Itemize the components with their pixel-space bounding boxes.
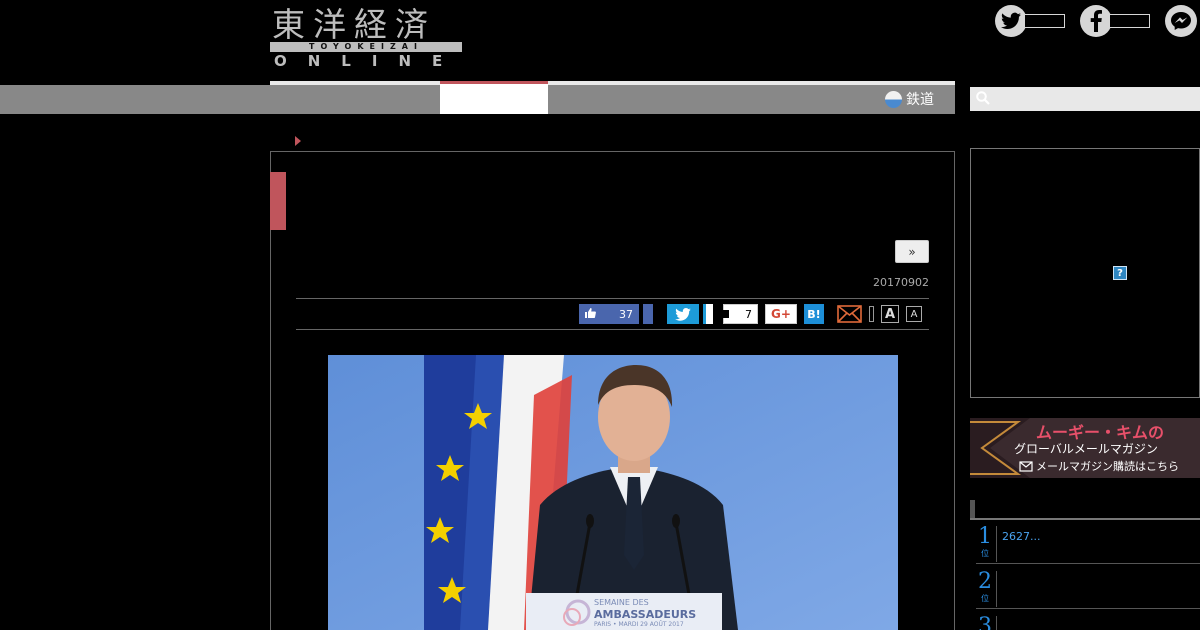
ranking-item-2[interactable]: 2 位 <box>976 565 1200 609</box>
banner-cta: メールマガジン購読はこちら <box>1036 460 1179 473</box>
banner-subtitle: グローバルメールマガジン <box>1014 442 1158 456</box>
facebook-icon <box>1080 5 1112 37</box>
ranking-number: 2 <box>978 569 992 594</box>
nav-item-railway[interactable]: 鉄道 <box>885 88 934 110</box>
twitter-icon <box>995 5 1027 37</box>
mail-icon[interactable] <box>837 305 862 323</box>
ad-slot[interactable] <box>970 148 1200 398</box>
facebook-count-bubble <box>1110 14 1150 28</box>
ranking-suffix: 位 <box>981 594 989 603</box>
nav-tab-active[interactable] <box>440 81 548 114</box>
banner-title: ムーギー・キムの <box>1036 423 1165 442</box>
messenger-icon <box>1165 5 1197 37</box>
share-bar-bottom-divider <box>296 329 929 330</box>
twitter-count-bubble <box>1025 14 1065 28</box>
tweet-count-box <box>703 304 713 324</box>
title-accent-bar <box>270 172 286 230</box>
tweet-button[interactable] <box>667 304 699 324</box>
ranking-number: 1 <box>978 524 992 549</box>
logo-romaji: TOYOKEIZAI <box>270 42 462 52</box>
font-size-large-button[interactable]: A <box>881 305 899 323</box>
podium-line2: AMBASSADEURS <box>594 608 697 621</box>
google-plus-button[interactable]: G+ <box>765 304 797 324</box>
ranking-divider <box>996 526 997 562</box>
search-input[interactable] <box>970 87 1200 111</box>
article-date: 20170902 <box>873 276 929 289</box>
share-bar-top-divider <box>296 298 929 299</box>
font-size-small-button[interactable]: A <box>906 306 922 322</box>
logo-online: ONLINE <box>274 52 464 70</box>
header-facebook-button[interactable] <box>1080 5 1150 37</box>
nav-top-border <box>270 81 955 85</box>
pocket-count-box[interactable]: 7 <box>723 304 758 324</box>
search-icon[interactable] <box>976 91 990 105</box>
hatena-bookmark-button[interactable]: B! <box>804 304 824 324</box>
ranking-item-1[interactable]: 1 位 2627... <box>976 520 1200 564</box>
logo-kanji: 東洋経済 <box>272 5 436 44</box>
ranking-suffix: 位 <box>981 549 989 558</box>
like-count: 37 <box>619 307 633 321</box>
site-logo[interactable]: 東洋経済 TOYOKEIZAI ONLINE <box>270 6 462 70</box>
mail-magazine-banner[interactable]: ムーギー・キムの グローバルメールマガジン メールマガジン購読はこちら <box>970 418 1200 478</box>
ranking-number: 3 <box>978 614 992 630</box>
thumbs-up-icon <box>579 307 601 322</box>
ranking-divider <box>996 616 997 630</box>
header-messenger-button[interactable] <box>1165 5 1197 37</box>
breadcrumb-arrow-icon <box>295 136 301 146</box>
print-button[interactable] <box>869 306 874 322</box>
facebook-like-button[interactable]: 37 <box>579 304 639 324</box>
nav-item-railway-label: 鉄道 <box>906 92 934 108</box>
ad-info-badge[interactable]: ? <box>1113 266 1127 280</box>
ranking-item-3[interactable]: 3 位 <box>976 610 1200 630</box>
header-twitter-button[interactable] <box>995 5 1065 37</box>
twitter-bird-icon <box>675 307 691 321</box>
ranking-header-mark <box>970 500 975 518</box>
train-icon <box>885 90 902 108</box>
page: 東洋経済 TOYOKEIZAI ONLINE 鉄道 » 20170902 37 … <box>0 0 1200 630</box>
article-photo: SEMAINE DES AMBASSADEURS PARIS • MARDI 2… <box>328 355 898 630</box>
facebook-share-edge[interactable] <box>643 304 653 324</box>
more-button[interactable]: » <box>895 240 929 263</box>
podium-line3: PARIS • MARDI 29 AOÛT 2017 <box>594 621 684 628</box>
podium-line1: SEMAINE DES <box>594 598 649 607</box>
ranking-divider <box>996 571 997 607</box>
ranking-title[interactable]: 2627... <box>1002 530 1040 543</box>
